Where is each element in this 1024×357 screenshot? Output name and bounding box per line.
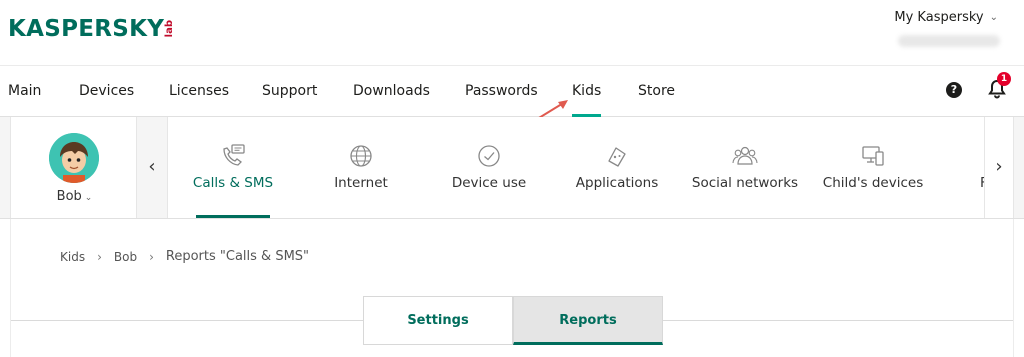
breadcrumb-separator-icon: › <box>97 249 102 264</box>
nav-item-support[interactable]: Support <box>262 66 317 117</box>
child-name-label: Bob <box>56 189 82 204</box>
kids-category-bar: Bob ⌄ ‹ Calls & SMS Internet Device use … <box>0 117 1024 219</box>
phone-chat-icon <box>223 144 245 166</box>
my-kaspersky-menu[interactable]: My Kaspersky ⌄ <box>894 10 998 25</box>
chevron-down-icon: ⌄ <box>84 193 93 203</box>
category-label: Social networks <box>691 175 799 191</box>
breadcrumb-kids[interactable]: Kids <box>60 250 85 264</box>
category-label: Applications <box>575 175 659 191</box>
category-label: Internet <box>334 175 388 191</box>
globe-icon <box>350 145 372 167</box>
tab-reports[interactable]: Reports <box>513 296 663 345</box>
nav-item-licenses[interactable]: Licenses <box>169 66 229 117</box>
report-content: Kids › Bob › Reports "Calls & SMS" Setti… <box>10 219 1014 357</box>
chevron-right-icon[interactable]: › <box>984 117 1014 218</box>
nav-item-store[interactable]: Store <box>638 66 675 117</box>
clock-icon <box>478 145 500 167</box>
child-avatar <box>49 133 99 183</box>
category-device-use[interactable]: Device use <box>424 117 554 218</box>
breadcrumb-current: Reports "Calls & SMS" <box>165 249 310 264</box>
category-label: Calls & SMS <box>192 175 274 191</box>
tab-settings[interactable]: Settings <box>363 296 513 345</box>
breadcrumb-bob[interactable]: Bob <box>114 250 137 264</box>
category-calls-sms[interactable]: Calls & SMS <box>168 117 298 218</box>
breadcrumb: Kids › Bob › Reports "Calls & SMS" <box>60 249 309 264</box>
chevron-down-icon: ⌄ <box>989 12 998 23</box>
child-name: Bob ⌄ <box>11 189 138 204</box>
account-email-redacted <box>898 35 1000 47</box>
category-next-partial[interactable]: F <box>972 117 984 218</box>
top-header: KASPERSKY lab My Kaspersky ⌄ <box>0 0 1024 66</box>
category-label: Device use <box>451 175 527 191</box>
logo-text: KASPERSKY <box>8 16 165 42</box>
account-label: My Kaspersky <box>894 10 984 25</box>
category-label: Child's devices <box>822 175 924 191</box>
child-profile-selector[interactable]: Bob ⌄ <box>10 117 137 218</box>
notification-badge: 1 <box>997 72 1011 86</box>
people-icon <box>732 146 758 165</box>
gamepad-icon <box>608 147 626 167</box>
category-social-networks[interactable]: Social networks <box>680 117 810 218</box>
help-icon[interactable]: ? <box>946 82 962 98</box>
devices-icon <box>862 146 884 166</box>
nav-item-devices[interactable]: Devices <box>79 66 134 117</box>
category-applications[interactable]: Applications <box>554 117 680 218</box>
nav-item-main[interactable]: Main <box>8 66 41 117</box>
category-childs-devices[interactable]: Child's devices <box>810 117 936 218</box>
logo-suffix: lab <box>164 20 176 38</box>
category-carousel: Calls & SMS Internet Device use Applicat… <box>167 117 984 218</box>
chevron-left-icon[interactable]: ‹ <box>137 117 167 218</box>
nav-item-downloads[interactable]: Downloads <box>353 66 430 117</box>
nav-item-kids[interactable]: Kids <box>572 66 602 117</box>
breadcrumb-separator-icon: › <box>149 249 154 264</box>
category-internet[interactable]: Internet <box>298 117 424 218</box>
kaspersky-logo[interactable]: KASPERSKY lab <box>8 14 175 44</box>
